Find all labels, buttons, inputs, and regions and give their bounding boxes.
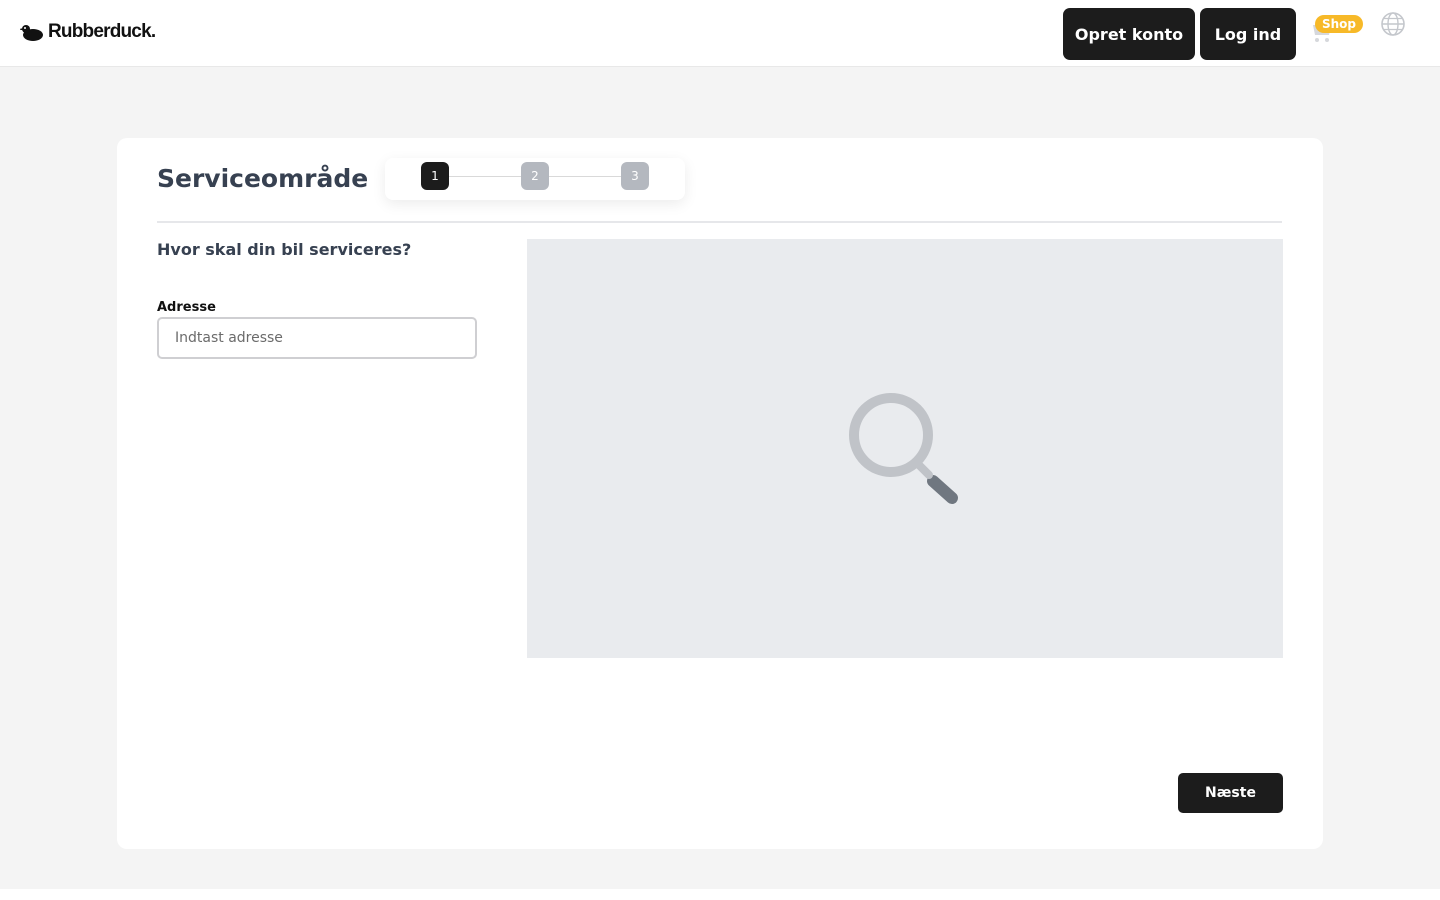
magnifier-icon xyxy=(849,393,958,504)
step-3: 3 xyxy=(621,162,649,190)
brand-name: Rubberduck. xyxy=(48,21,156,42)
login-button[interactable]: Log ind xyxy=(1200,8,1296,60)
service-area-card: Serviceområde 1 2 3 Hvor skal din bil se… xyxy=(117,138,1323,849)
brand-logo[interactable]: Rubberduck. xyxy=(20,20,156,44)
footer-strip xyxy=(0,889,1440,900)
top-header: Rubberduck. Opret konto Log ind Shop xyxy=(0,0,1440,67)
address-label: Adresse xyxy=(157,300,216,315)
address-input[interactable] xyxy=(157,317,477,359)
step-2: 2 xyxy=(521,162,549,190)
map-area[interactable] xyxy=(527,239,1283,658)
service-location-question: Hvor skal din bil serviceres? xyxy=(157,240,412,259)
shop-cart-button[interactable]: Shop xyxy=(1308,14,1364,50)
globe-icon[interactable] xyxy=(1380,11,1406,37)
next-button[interactable]: Næste xyxy=(1178,773,1283,813)
section-divider xyxy=(157,221,1282,223)
step-1: 1 xyxy=(421,162,449,190)
shop-badge: Shop xyxy=(1315,15,1364,33)
step-indicator: 1 2 3 xyxy=(385,158,685,200)
signup-button[interactable]: Opret konto xyxy=(1063,8,1195,60)
page-title: Serviceområde xyxy=(157,164,369,193)
duck-logo-icon xyxy=(20,25,43,41)
